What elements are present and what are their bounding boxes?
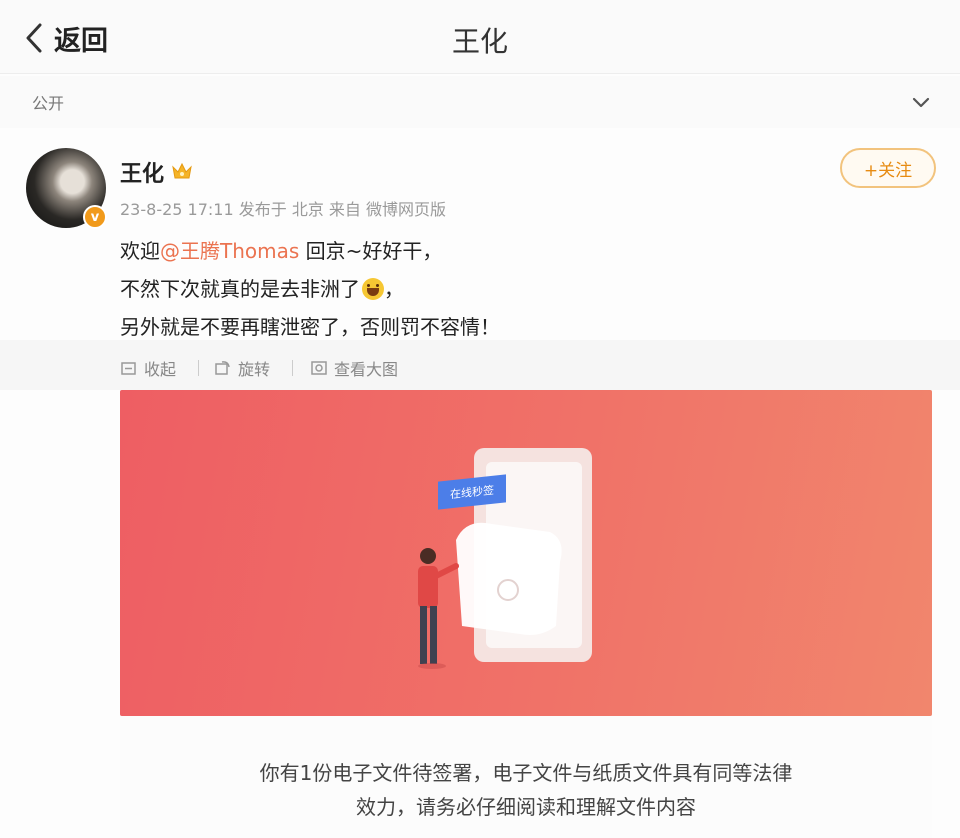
laughing-emoji-icon <box>362 278 384 300</box>
image-toolbar: 收起 旋转 查看大图 <box>0 340 960 390</box>
visibility-row[interactable]: 公开 <box>0 76 960 128</box>
divider <box>198 360 199 376</box>
post-text-line-1: 欢迎@王腾Thomas 回京~好好干， <box>120 232 500 270</box>
collapse-label: 收起 <box>144 360 177 379</box>
v-badge-icon: v <box>83 205 107 229</box>
view-large-label: 查看大图 <box>334 360 399 379</box>
collapse-button[interactable]: 收起 <box>120 356 176 380</box>
caption-line-1: 你有1份电子文件待签署，电子文件与纸质文件具有同等法律 <box>259 761 793 785</box>
user-name[interactable]: 王化 <box>120 156 164 188</box>
rotate-icon <box>215 361 230 375</box>
image-banner: 在线秒签 <box>120 390 932 716</box>
chevron-down-icon[interactable] <box>910 92 932 114</box>
crown-icon <box>172 162 192 179</box>
image-caption: 你有1份电子文件待签署，电子文件与纸质文件具有同等法律 效力，请务必仔细阅读和理… <box>120 756 932 824</box>
caption-line-2: 效力，请务必仔细阅读和理解文件内容 <box>356 795 696 819</box>
post-meta: 23-8-25 17:11 发布于 北京 来自 微博网页版 <box>120 200 446 219</box>
collapse-icon <box>121 362 136 375</box>
visibility-label: 公开 <box>32 94 65 113</box>
image-caption-card: 你有1份电子文件待签署，电子文件与纸质文件具有同等法律 效力，请务必仔细阅读和理… <box>120 716 932 838</box>
page-title: 王化 <box>451 25 508 58</box>
rotate-label: 旋转 <box>238 360 271 379</box>
text-segment: 欢迎 <box>120 239 160 263</box>
post-image[interactable]: 在线秒签 你有1份电子文件待签署，电子文件与纸质文件具有同等法律 效力，请务必仔… <box>120 390 932 838</box>
text-segment: 回京~好好干， <box>299 239 443 263</box>
post-text: 欢迎@王腾Thomas 回京~好好干， 不然下次就真的是去非洲了， 另外就是不要… <box>120 232 500 346</box>
follow-button[interactable]: +关注 <box>840 148 936 188</box>
rotate-button[interactable]: 旋转 <box>214 356 270 380</box>
divider <box>292 360 293 376</box>
view-large-icon <box>311 361 327 375</box>
top-bar: 返回 王化 <box>0 0 960 74</box>
view-large-button[interactable]: 查看大图 <box>310 356 398 380</box>
text-segment: 不然下次就真的是去非洲了 <box>120 277 360 301</box>
mention-link[interactable]: @王腾Thomas <box>160 239 299 263</box>
illustration <box>418 448 592 669</box>
post-text-line-2: 不然下次就真的是去非洲了 ， <box>120 270 500 308</box>
text-segment: ， <box>384 277 404 301</box>
post-card: v 王化 23-8-25 17:11 发布于 北京 来自 微博网页版 +关注 欢… <box>0 130 960 838</box>
